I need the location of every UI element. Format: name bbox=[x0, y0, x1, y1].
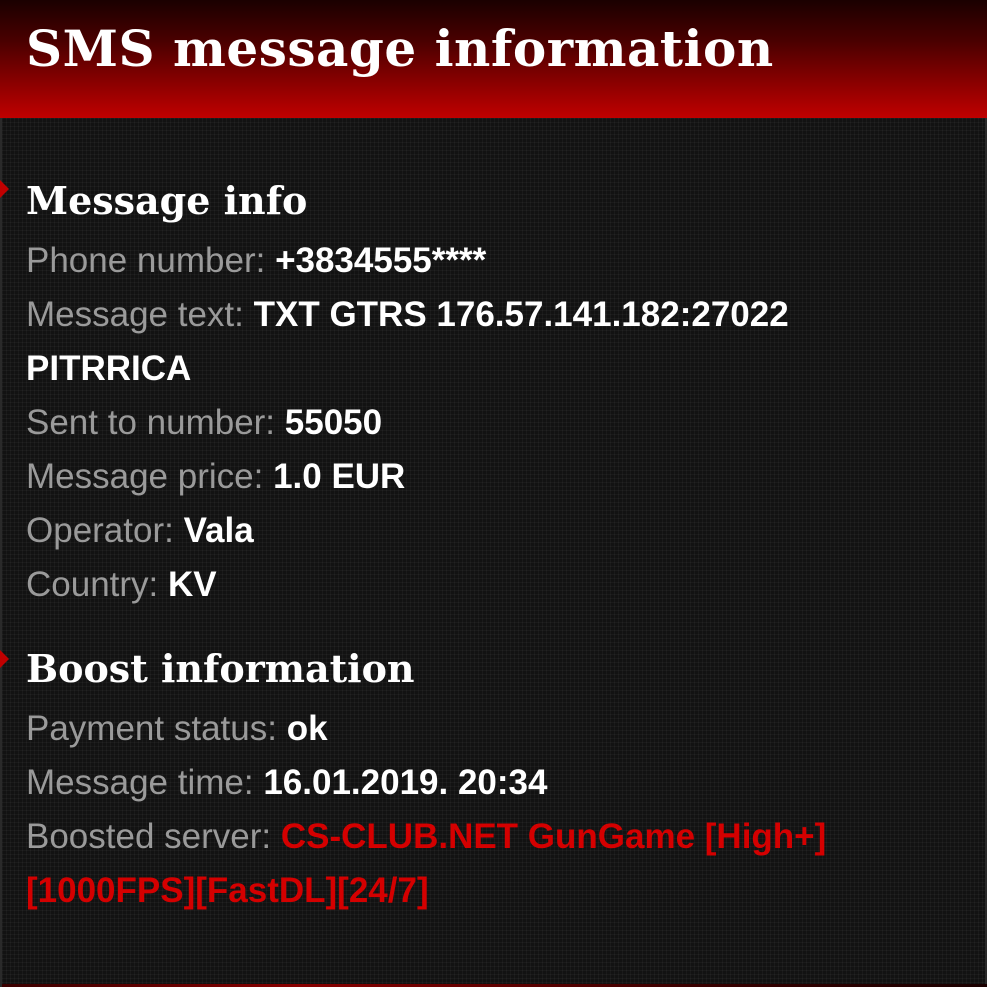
payment-status-value: ok bbox=[286, 709, 328, 748]
operator-row: Operator: Vala bbox=[26, 504, 254, 558]
boosted-server-label: Boosted server: bbox=[26, 817, 272, 856]
payment-status-row: Payment status: ok bbox=[26, 702, 328, 756]
page-header: SMS message information bbox=[0, 0, 987, 118]
operator-label: Operator: bbox=[26, 511, 174, 550]
boosted-server-continuation: [1000FPS][FastDL][24/7] bbox=[26, 864, 429, 918]
page-title: SMS message information bbox=[26, 19, 774, 78]
section-marker-message-info bbox=[0, 180, 9, 198]
boosted-server-link[interactable]: CS-CLUB.NET GunGame [High+] bbox=[281, 817, 826, 856]
section-marker-boost-info bbox=[0, 650, 9, 668]
section-heading-message-info: Message info bbox=[26, 178, 308, 223]
sent-to-number-row: Sent to number: 55050 bbox=[26, 396, 382, 450]
phone-number-row: Phone number: +3834555**** bbox=[26, 234, 486, 288]
message-text-continuation: PITRRICA bbox=[26, 342, 191, 396]
boosted-server-link-line2[interactable]: [1000FPS][FastDL][24/7] bbox=[26, 871, 429, 910]
message-text-row: Message text: TXT GTRS 176.57.141.182:27… bbox=[26, 288, 789, 342]
message-price-label: Message price: bbox=[26, 457, 264, 496]
message-text-value: TXT GTRS 176.57.141.182:27022 bbox=[253, 295, 789, 334]
message-time-label: Message time: bbox=[26, 763, 254, 802]
country-label: Country: bbox=[26, 565, 159, 604]
message-price-row: Message price: 1.0 EUR bbox=[26, 450, 405, 504]
phone-number-label: Phone number: bbox=[26, 241, 266, 280]
sent-to-number-label: Sent to number: bbox=[26, 403, 276, 442]
country-value: KV bbox=[168, 565, 217, 604]
boosted-server-row: Boosted server: CS-CLUB.NET GunGame [Hig… bbox=[26, 810, 826, 864]
operator-value: Vala bbox=[183, 511, 254, 550]
section-heading-boost-info: Boost information bbox=[26, 646, 415, 691]
message-time-row: Message time: 16.01.2019. 20:34 bbox=[26, 756, 547, 810]
message-text-value-line2: PITRRICA bbox=[26, 349, 192, 388]
country-row: Country: KV bbox=[26, 558, 217, 612]
phone-number-value: +3834555**** bbox=[275, 241, 487, 280]
sent-to-number-value: 55050 bbox=[284, 403, 383, 442]
payment-status-label: Payment status: bbox=[26, 709, 277, 748]
message-text-label: Message text: bbox=[26, 295, 244, 334]
message-price-value: 1.0 EUR bbox=[273, 457, 406, 496]
message-time-value: 16.01.2019. 20:34 bbox=[263, 763, 548, 802]
